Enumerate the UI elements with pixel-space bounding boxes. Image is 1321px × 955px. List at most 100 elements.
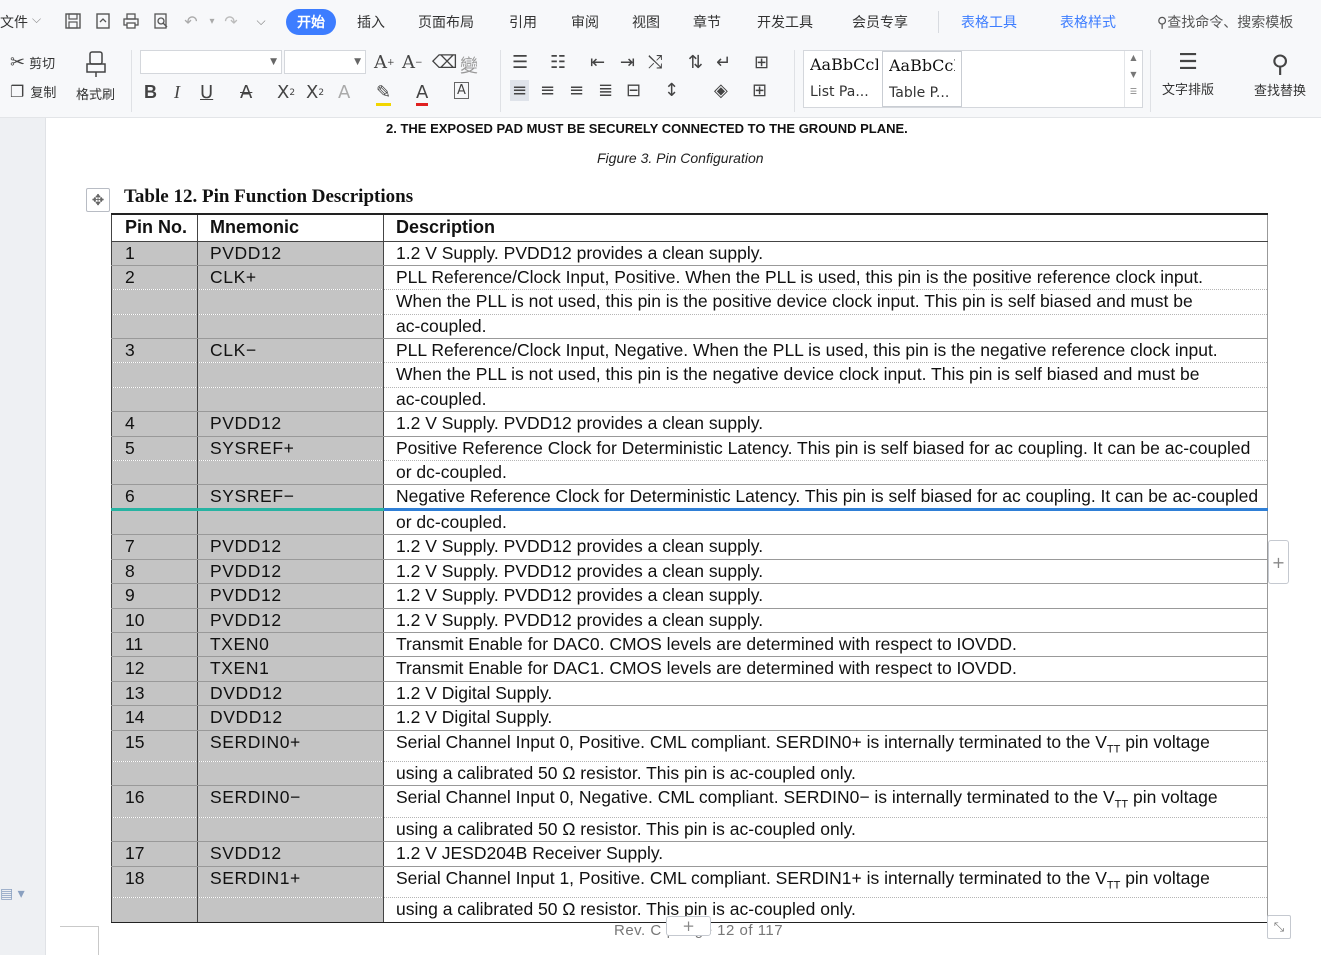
export-pdf-icon[interactable] <box>92 10 114 32</box>
pin-number-cell[interactable]: 18 <box>111 866 198 899</box>
pin-number-cell[interactable] <box>111 817 198 843</box>
pin-number-cell[interactable]: 17 <box>111 841 198 867</box>
file-menu[interactable]: 文件 <box>0 12 28 32</box>
subscript-icon[interactable]: X2 <box>306 82 324 103</box>
mnemonic-cell[interactable]: PVDD12 <box>197 534 384 560</box>
table-row[interactable]: 13 DVDD12 1.2 V Digital Supply. <box>111 681 1268 707</box>
font-name-select[interactable]: ▼ <box>140 50 282 74</box>
show-marks-icon[interactable]: ↵ <box>716 52 731 73</box>
tab-references[interactable]: 引用 <box>509 12 537 32</box>
description-cell[interactable]: 1.2 V Digital Supply. <box>383 705 1268 731</box>
header-pin-no[interactable]: Pin No. <box>111 213 198 242</box>
align-center-icon[interactable]: ≡ <box>540 80 555 101</box>
tab-table-style[interactable]: 表格样式 <box>1060 12 1116 32</box>
text-direction-icon[interactable]: ⤭ <box>648 52 662 73</box>
mnemonic-cell[interactable]: SERDIN0− <box>197 785 384 818</box>
pin-number-cell[interactable]: 11 <box>111 632 198 658</box>
print-icon[interactable] <box>120 10 142 32</box>
bold-icon[interactable]: B <box>144 82 157 103</box>
superscript-icon[interactable]: X2 <box>277 82 295 103</box>
pin-number-cell[interactable]: 14 <box>111 705 198 731</box>
mnemonic-cell[interactable]: CLK+ <box>197 265 384 291</box>
tab-home[interactable]: 开始 <box>286 9 336 35</box>
mnemonic-cell[interactable]: CLK− <box>197 338 384 364</box>
mnemonic-cell[interactable]: SYSREF+ <box>197 436 384 462</box>
table-row[interactable]: 4 PVDD12 1.2 V Supply. PVDD12 provides a c… <box>111 411 1268 437</box>
description-cell[interactable]: When the PLL is not used, this pin is th… <box>383 289 1268 315</box>
mnemonic-cell[interactable]: PVDD12 <box>197 559 384 585</box>
undo-icon[interactable]: ↶ <box>180 10 202 32</box>
justify-icon[interactable]: ≣ <box>598 80 613 101</box>
char-border-icon[interactable]: A <box>454 82 469 99</box>
pin-function-table[interactable]: Pin No. Mnemonic Description 1 PVDD12 1.2 … <box>111 213 1268 923</box>
pin-number-cell[interactable]: 16 <box>111 785 198 818</box>
tab-developer[interactable]: 开发工具 <box>757 12 813 32</box>
mnemonic-cell[interactable]: PVDD12 <box>197 583 384 609</box>
bullet-list-icon[interactable]: ☰ <box>512 52 528 73</box>
tab-chapter[interactable]: 章节 <box>693 12 721 32</box>
shrink-font-icon[interactable]: A − <box>402 52 423 73</box>
header-mnemonic[interactable]: Mnemonic <box>197 213 384 242</box>
tab-insert[interactable]: 插入 <box>357 12 385 32</box>
header-description[interactable]: Description <box>383 213 1268 242</box>
redo-icon[interactable]: ↷ <box>220 10 242 32</box>
pin-number-cell[interactable]: 13 <box>111 681 198 707</box>
description-cell[interactable]: 1.2 V Supply. PVDD12 provides a clean su… <box>383 559 1268 585</box>
table-grid-icon[interactable]: ⊞ <box>754 52 769 73</box>
borders-icon[interactable]: ⊞ <box>752 80 767 101</box>
table-row[interactable]: using a calibrated 50 Ω resistor. This p… <box>111 817 1268 843</box>
chevron-down-icon[interactable]: ▼ <box>1125 70 1142 79</box>
pin-number-cell[interactable]: 6 <box>111 484 198 512</box>
pin-number-cell[interactable]: 3 <box>111 338 198 364</box>
sort-icon[interactable]: ⇅ <box>688 52 703 73</box>
distribute-icon[interactable]: ⊟ <box>626 80 641 101</box>
gallery-scroller[interactable]: ▲ ▼ ☰ <box>1124 51 1142 107</box>
mnemonic-cell[interactable]: SYSREF− <box>197 484 384 512</box>
description-cell[interactable]: Serial Channel Input 1, Positive. CML co… <box>383 866 1268 899</box>
table-row[interactable]: or dc-coupled. <box>111 460 1268 486</box>
command-search[interactable]: ⚲查找命令、搜索模板 <box>1157 12 1293 32</box>
mnemonic-cell[interactable] <box>197 761 384 787</box>
underline-icon[interactable]: U <box>200 82 213 103</box>
table-row[interactable]: 11 TXEN0 Transmit Enable for DAC0. CMOS le… <box>111 632 1268 658</box>
description-cell[interactable]: Serial Channel Input 0, Positive. CML co… <box>383 730 1268 763</box>
description-cell[interactable]: Serial Channel Input 0, Negative. CML co… <box>383 785 1268 818</box>
table-row[interactable]: ac-coupled. <box>111 314 1268 340</box>
table-row[interactable]: When the PLL is not used, this pin is th… <box>111 362 1268 388</box>
description-cell[interactable]: 1.2 V Digital Supply. <box>383 681 1268 707</box>
mnemonic-cell[interactable]: TXEN0 <box>197 632 384 658</box>
table-row[interactable]: 12 TXEN1 Transmit Enable for DAC1. CMOS le… <box>111 656 1268 682</box>
pin-number-cell[interactable] <box>111 460 198 486</box>
mnemonic-cell[interactable]: DVDD12 <box>197 705 384 731</box>
tab-view[interactable]: 视图 <box>632 12 660 32</box>
mnemonic-cell[interactable] <box>197 362 384 388</box>
pin-number-cell[interactable]: 8 <box>111 559 198 585</box>
description-cell[interactable]: 1.2 V Supply. PVDD12 provides a clean su… <box>383 241 1268 266</box>
description-cell[interactable]: 1.2 V Supply. PVDD12 provides a clean su… <box>383 411 1268 437</box>
description-cell[interactable]: Positive Reference Clock for Determinist… <box>383 436 1268 462</box>
description-cell[interactable]: 1.2 V JESD204B Receiver Supply. <box>383 841 1268 867</box>
style-table-paragraph[interactable]: AaBbCcD Table P... <box>882 51 962 107</box>
mnemonic-cell[interactable] <box>197 897 384 923</box>
pin-number-cell[interactable]: 4 <box>111 411 198 437</box>
mnemonic-cell[interactable]: SVDD12 <box>197 841 384 867</box>
table-row[interactable]: 5 SYSREF+ Positive Reference Clock for Det… <box>111 436 1268 462</box>
description-cell[interactable]: 1.2 V Supply. PVDD12 provides a clean su… <box>383 583 1268 609</box>
description-cell[interactable]: using a calibrated 50 Ω resistor. This p… <box>383 817 1268 843</box>
format-painter-button[interactable]: 格式刷 <box>76 50 115 103</box>
mnemonic-cell[interactable] <box>197 817 384 843</box>
pin-number-cell[interactable] <box>111 387 198 413</box>
highlight-icon[interactable]: ✎ <box>376 82 392 106</box>
description-cell[interactable]: using a calibrated 50 Ω resistor. This p… <box>383 897 1268 923</box>
mnemonic-cell[interactable]: PVDD12 <box>197 241 384 266</box>
document-map-icon[interactable]: ▤ ▾ <box>0 886 25 902</box>
pin-number-cell[interactable]: 1 <box>111 241 198 266</box>
description-cell[interactable]: or dc-coupled. <box>383 509 1268 536</box>
table-row[interactable]: 17 SVDD12 1.2 V JESD204B Receiver Supply. <box>111 841 1268 867</box>
text-layout-button[interactable]: ☰ 文字排版 <box>1162 50 1214 98</box>
description-cell[interactable]: or dc-coupled. <box>383 460 1268 486</box>
pin-number-cell[interactable] <box>111 289 198 315</box>
description-cell[interactable]: using a calibrated 50 Ω resistor. This p… <box>383 761 1268 787</box>
align-right-icon[interactable]: ≡ <box>569 80 584 101</box>
description-cell[interactable]: PLL Reference/Clock Input, Positive. Whe… <box>383 265 1268 291</box>
